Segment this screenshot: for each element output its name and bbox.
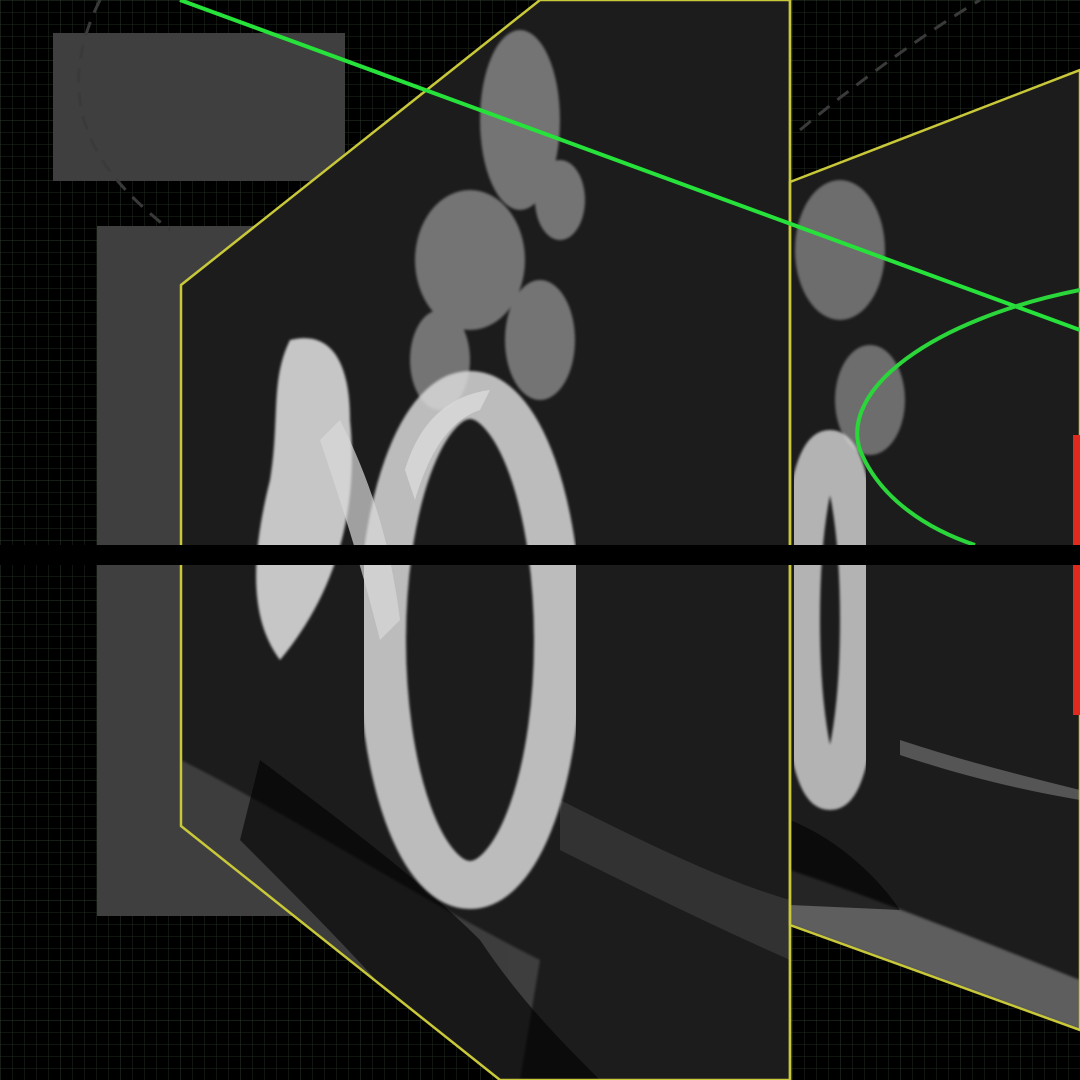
red-indicator-bar	[1073, 435, 1080, 715]
horizontal-scan-band	[0, 540, 1080, 571]
depth-visualization-viewport	[0, 0, 1080, 1080]
visualization-canvas	[0, 0, 1080, 1080]
backdrop-block-top	[53, 33, 345, 181]
